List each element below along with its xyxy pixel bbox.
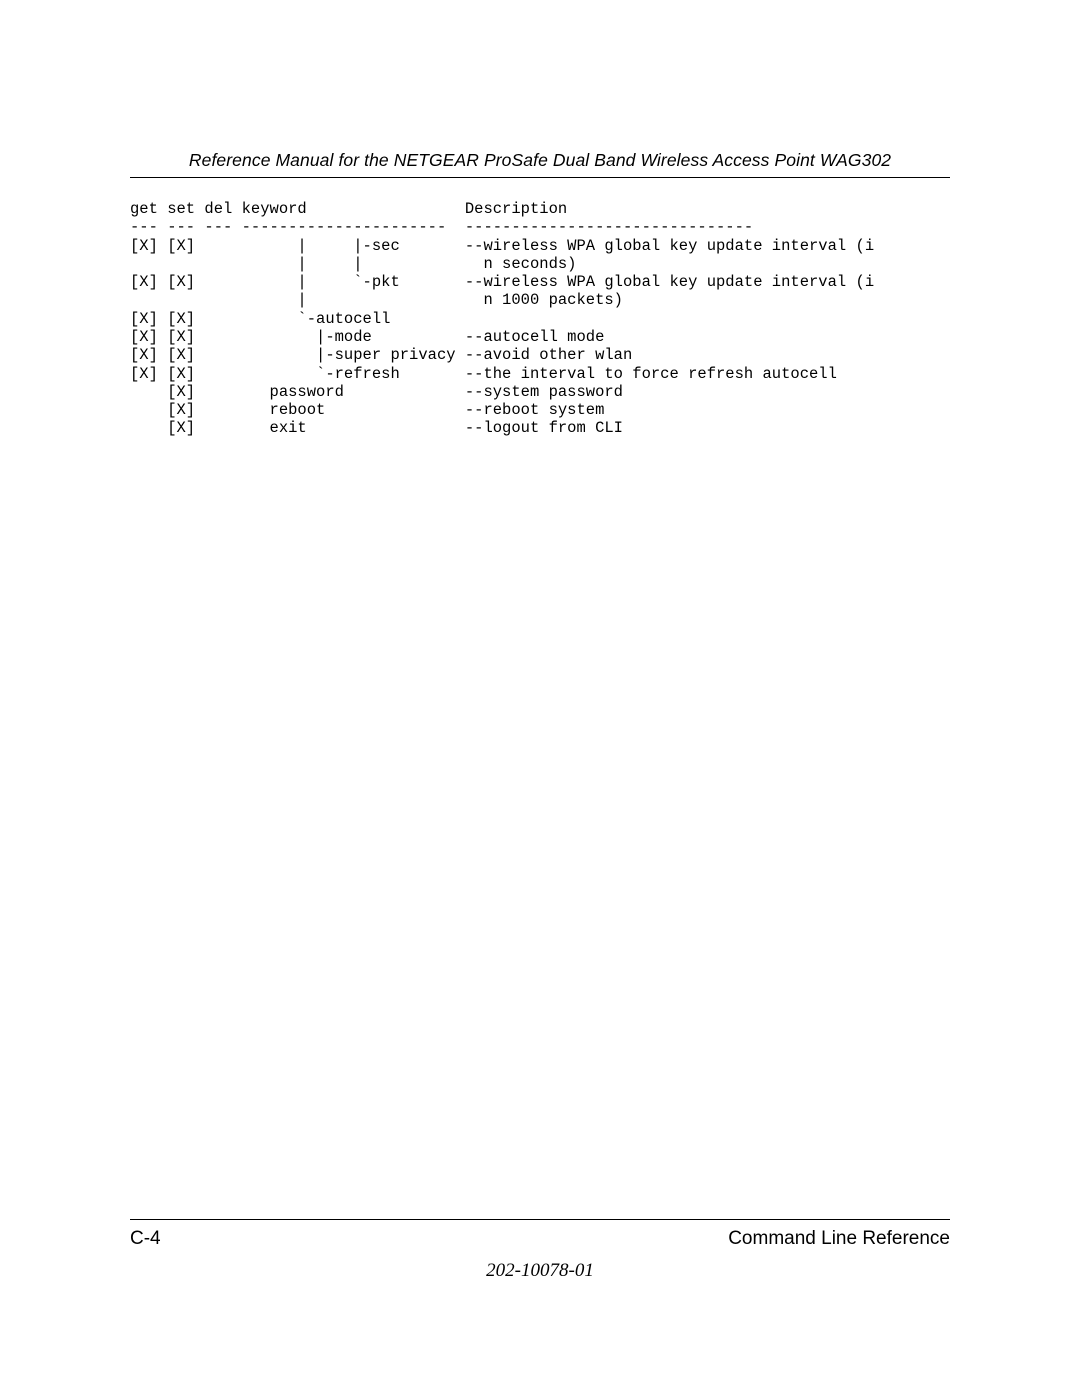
page-footer: C-4 Command Line Reference 202-10078-01 — [130, 1219, 950, 1282]
cli-command-table: get set del keyword Description --- --- … — [130, 200, 950, 438]
document-number: 202-10078-01 — [130, 1260, 950, 1282]
section-title: Command Line Reference — [728, 1228, 950, 1250]
page-number: C-4 — [130, 1228, 161, 1250]
header-title: Reference Manual for the NETGEAR ProSafe… — [130, 150, 950, 171]
document-page: Reference Manual for the NETGEAR ProSafe… — [0, 0, 1080, 1397]
page-header: Reference Manual for the NETGEAR ProSafe… — [130, 150, 950, 178]
footer-rule — [130, 1219, 950, 1220]
footer-row: C-4 Command Line Reference — [130, 1228, 950, 1250]
header-rule — [130, 177, 950, 178]
